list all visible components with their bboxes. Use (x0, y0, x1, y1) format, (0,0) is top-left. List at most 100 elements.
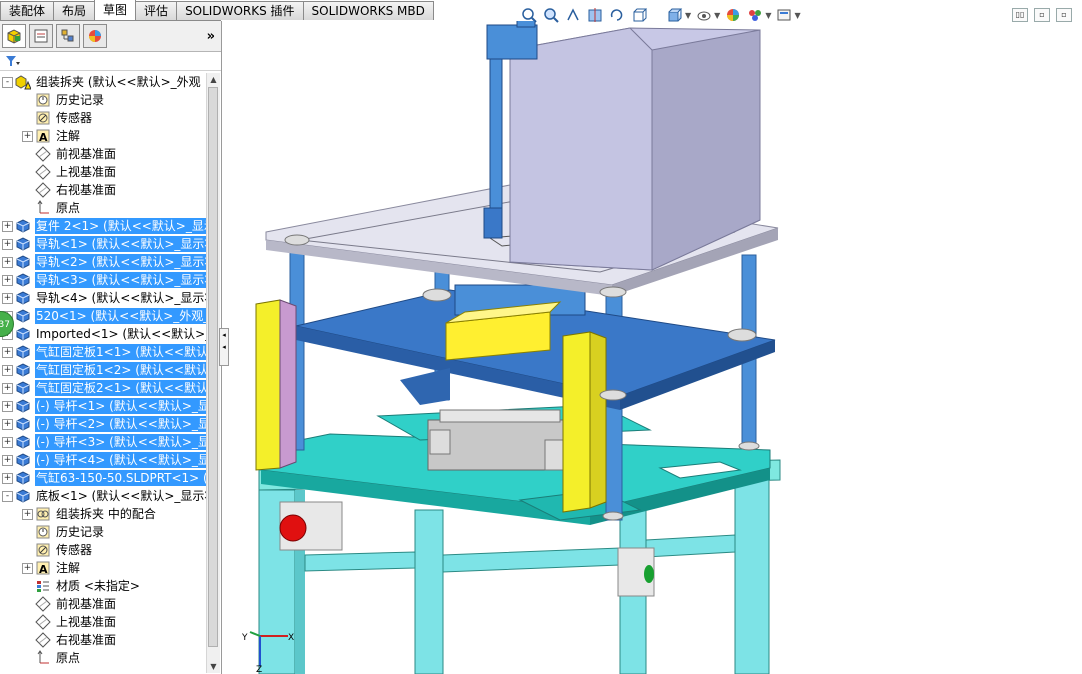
tree-item-label: 右视基准面 (56, 183, 117, 197)
chevron-down-icon[interactable]: ▼ (794, 11, 800, 20)
tree-scrollbar[interactable]: ▲ ▼ (206, 73, 220, 673)
feature-manager-icon[interactable] (2, 24, 26, 48)
tree-item-label: (-) 导杆<2> (默认<<默认>_显 (35, 416, 206, 432)
triad-z-label: Z (256, 665, 262, 674)
expand-icon[interactable]: + (2, 364, 13, 376)
expand-icon[interactable]: + (2, 220, 13, 232)
tree-item[interactable]: 传感器 (0, 541, 206, 559)
tree-item-label: 注解 (56, 561, 81, 575)
filter-icon[interactable] (0, 52, 221, 71)
part-icon (15, 434, 31, 450)
tree-item[interactable]: 上视基准面 (0, 613, 206, 631)
graphics-viewport[interactable]: ✳ (221, 21, 1082, 674)
tree-item[interactable]: + 气缸63-150-50.SLDPRT<1> (默 (0, 469, 206, 487)
plane-icon (35, 596, 51, 612)
part-icon (15, 290, 31, 306)
tree-item[interactable]: + 气缸固定板2<1> (默认<<默认 (0, 379, 206, 397)
expand-panel-icon[interactable]: » (207, 29, 215, 44)
tree-item[interactable]: + (-) 导杆<2> (默认<<默认>_显 (0, 415, 206, 433)
tree-item[interactable]: + (-) 导杆<4> (默认<<默认>_显 (0, 451, 206, 469)
tree-item[interactable]: 前视基准面 (0, 595, 206, 613)
tree-item[interactable]: + A 注解 (0, 127, 206, 145)
tree-item-label: 气缸63-150-50.SLDPRT<1> (默 (35, 470, 206, 486)
tree-item[interactable]: 传感器 (0, 109, 206, 127)
expand-icon[interactable]: + (2, 472, 13, 484)
tree-item[interactable]: + A 注解 (0, 559, 206, 577)
expand-icon[interactable]: + (2, 238, 13, 250)
tree-item[interactable]: + 复件 2<1> (默认<<默认>_显示状 (0, 217, 206, 235)
tree-item[interactable]: + (-) 导杆<1> (默认<<默认>_显 (0, 397, 206, 415)
tree-item[interactable]: 前视基准面 (0, 145, 206, 163)
tree-item[interactable]: - 底板<1> (默认<<默认>_显示状 (0, 487, 206, 505)
chevron-down-icon[interactable]: ▼ (714, 11, 720, 20)
tree-item-label: (-) 导杆<4> (默认<<默认>_显 (35, 452, 206, 468)
expand-icon[interactable]: + (2, 256, 13, 268)
tree-item[interactable]: + 导轨<3> (默认<<默认>_显示状 (0, 271, 206, 289)
tree-item[interactable]: + 导轨<1> (默认<<默认>_显示状 (0, 235, 206, 253)
expand-icon[interactable]: + (2, 454, 13, 466)
tree-item-label: 复件 2<1> (默认<<默认>_显示状 (35, 218, 206, 234)
tree-item[interactable]: 原点 (0, 649, 206, 667)
part-icon (15, 488, 31, 504)
svg-text:A: A (39, 563, 48, 576)
tree-item-label: 组装拆夹 (默认<<默认>_外观 (36, 75, 201, 89)
tree-item-label: (-) 导杆<1> (默认<<默认>_显 (35, 398, 206, 414)
scroll-down-icon[interactable]: ▼ (207, 660, 220, 673)
part-icon (15, 380, 31, 396)
tree-item[interactable]: +Imported<1> (默认<<默认>_ (0, 325, 206, 343)
tree-item[interactable]: + 导轨<2> (默认<<默认>_显示状 (0, 253, 206, 271)
tree-item[interactable]: 右视基准面 (0, 181, 206, 199)
tree-item[interactable]: 历史记录 (0, 91, 206, 109)
property-manager-icon[interactable] (29, 24, 53, 48)
assembly-warning-icon (15, 74, 31, 90)
tab-sketch[interactable]: 草图 (94, 0, 137, 20)
restore-panel-icon[interactable]: ▯▯ (1012, 8, 1028, 22)
chevron-down-icon[interactable]: ▼ (765, 11, 771, 20)
tree-item[interactable]: +520<1> (默认<<默认>_外观_显 (0, 307, 206, 325)
tree-item[interactable]: 上视基准面 (0, 163, 206, 181)
expand-icon[interactable]: + (22, 508, 33, 520)
tree-item[interactable]: + 气缸固定板1<1> (默认<<默认 (0, 343, 206, 361)
tree-item[interactable]: + 气缸固定板1<2> (默认<<默认 (0, 361, 206, 379)
tree-item[interactable]: + 组装拆夹 中的配合 (0, 505, 206, 523)
tree-item[interactable]: + 导轨<4> (默认<<默认>_显示状 (0, 289, 206, 307)
expand-icon[interactable]: + (2, 418, 13, 430)
tab-assembly[interactable]: 装配体 (0, 1, 55, 20)
expand-icon[interactable]: + (2, 292, 13, 304)
expand-icon[interactable]: + (22, 130, 33, 142)
origin-icon (35, 200, 51, 216)
expand-icon[interactable]: + (2, 382, 13, 394)
expand-icon[interactable]: + (22, 562, 33, 574)
tab-solidworks-addins[interactable]: SOLIDWORKS 插件 (176, 1, 304, 20)
collapse-icon[interactable]: - (2, 490, 13, 502)
tree-item[interactable]: 原点 (0, 199, 206, 217)
expand-icon[interactable]: + (2, 400, 13, 412)
expand-icon[interactable]: + (2, 274, 13, 286)
scroll-up-icon[interactable]: ▲ (207, 73, 220, 86)
material-icon (35, 578, 51, 594)
tree-item[interactable]: + (-) 导杆<3> (默认<<默认>_显 (0, 433, 206, 451)
tree-item-label: 传感器 (56, 111, 93, 125)
minimize-icon[interactable]: ▫ (1034, 8, 1050, 22)
tree-item-label: 历史记录 (56, 525, 105, 539)
part-icon (15, 452, 31, 468)
collapse-icon[interactable]: - (2, 76, 13, 88)
tab-solidworks-mbd[interactable]: SOLIDWORKS MBD (302, 1, 434, 20)
tab-evaluate[interactable]: 评估 (135, 1, 178, 20)
configuration-manager-icon[interactable] (56, 24, 80, 48)
tree-item[interactable]: - 组装拆夹 (默认<<默认>_外观 (0, 73, 206, 91)
close-icon[interactable]: ▫ (1056, 8, 1072, 22)
tree-item-label: 历史记录 (56, 93, 105, 107)
tab-layout[interactable]: 布局 (53, 1, 96, 20)
tree-item[interactable]: 历史记录 (0, 523, 206, 541)
expand-icon[interactable]: + (2, 436, 13, 448)
tree-item-label: 右视基准面 (56, 633, 117, 647)
plane-icon (35, 164, 51, 180)
scroll-thumb[interactable] (208, 87, 218, 647)
chevron-down-icon[interactable]: ▼ (685, 11, 691, 20)
display-manager-icon[interactable] (83, 24, 107, 48)
svg-text:A: A (39, 131, 48, 144)
tree-item[interactable]: 右视基准面 (0, 631, 206, 649)
expand-icon[interactable]: + (2, 346, 13, 358)
tree-item[interactable]: 材质 <未指定> (0, 577, 206, 595)
